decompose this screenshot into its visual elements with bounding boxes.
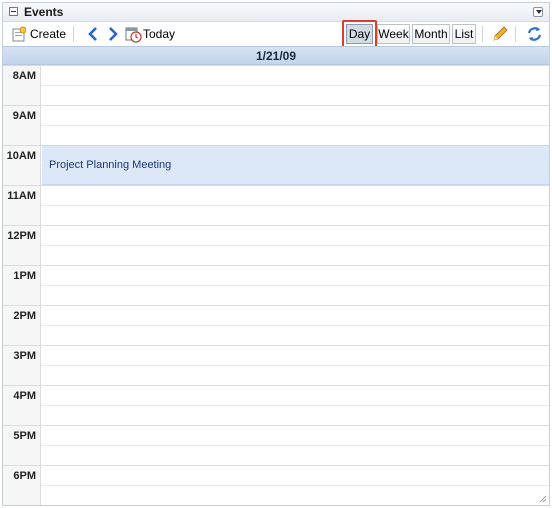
selected-view-highlight <box>342 20 377 48</box>
time-slot[interactable] <box>41 305 549 325</box>
time-slot[interactable] <box>41 85 549 105</box>
toolbar-separator <box>73 26 74 42</box>
time-slot[interactable] <box>41 105 549 125</box>
hour-label: 6PM <box>3 465 41 505</box>
event-title: Project Planning Meeting <box>49 159 172 171</box>
hour-label: 3PM <box>3 345 41 385</box>
toolbar: Create Today Day Week Month List <box>3 20 549 48</box>
hour-text: 1PM <box>13 270 36 282</box>
create-icon[interactable] <box>12 26 26 42</box>
calendar-today-icon[interactable] <box>125 26 142 43</box>
time-slot[interactable] <box>41 485 549 505</box>
time-slot[interactable] <box>41 265 549 285</box>
time-slot[interactable] <box>41 465 549 485</box>
day-grid: 8AM 9AM 10AM 11AM 12PM 1PM 2PM 3PM 4PM 5… <box>3 65 549 505</box>
toolbar-separator <box>515 26 516 42</box>
pencil-icon[interactable] <box>491 25 508 43</box>
time-slot[interactable] <box>41 405 549 425</box>
event-block[interactable]: Project Planning Meeting <box>42 145 549 185</box>
time-slot[interactable] <box>41 285 549 305</box>
hour-row: 12PM <box>3 225 549 265</box>
time-slot[interactable] <box>41 125 549 145</box>
panel-menu-icon[interactable] <box>533 7 543 17</box>
hour-row: 9AM <box>3 105 549 145</box>
hour-label: 9AM <box>3 105 41 145</box>
time-slot[interactable] <box>41 65 549 85</box>
panel-title: Events <box>24 5 64 19</box>
next-arrow-icon[interactable] <box>107 27 119 41</box>
refresh-icon[interactable] <box>526 25 543 43</box>
time-slot[interactable] <box>41 245 549 265</box>
hour-row: 4PM <box>3 385 549 425</box>
time-slot[interactable] <box>41 325 549 345</box>
hour-text: 8AM <box>12 70 36 82</box>
time-slot[interactable] <box>41 185 549 205</box>
hour-label: 11AM <box>3 185 41 225</box>
hour-label: 2PM <box>3 305 41 345</box>
time-slot[interactable] <box>41 225 549 245</box>
hour-row: 6PM <box>3 465 549 505</box>
hour-text: 10AM <box>6 150 36 162</box>
list-view-button[interactable]: List <box>452 24 476 44</box>
hour-row: 2PM <box>3 305 549 345</box>
hour-row: 8AM <box>3 65 549 105</box>
hour-label: 12PM <box>3 225 41 265</box>
resize-grip-icon[interactable] <box>537 493 547 503</box>
week-view-button[interactable]: Week <box>377 24 410 44</box>
hour-row: 11AM <box>3 185 549 225</box>
hour-text: 5PM <box>13 430 36 442</box>
prev-arrow-icon[interactable] <box>87 27 99 41</box>
hour-row: 5PM <box>3 425 549 465</box>
time-slot[interactable] <box>41 345 549 365</box>
hour-text: 12PM <box>7 230 36 242</box>
today-button[interactable]: Today <box>143 22 175 46</box>
collapse-icon[interactable] <box>9 7 18 16</box>
time-slot[interactable] <box>41 365 549 385</box>
hour-text: 3PM <box>13 350 36 362</box>
hour-text: 2PM <box>13 310 36 322</box>
time-slot[interactable] <box>41 205 549 225</box>
hour-label: 4PM <box>3 385 41 425</box>
time-slot[interactable] <box>41 385 549 405</box>
hour-label: 10AM <box>3 145 41 185</box>
time-slot[interactable] <box>41 425 549 445</box>
events-panel: Events Create Today Day Week Month List <box>2 2 550 506</box>
hour-label: 8AM <box>3 65 41 105</box>
hour-text: 6PM <box>13 470 36 482</box>
hour-text: 9AM <box>12 110 36 122</box>
hour-row: 1PM <box>3 265 549 305</box>
hour-label: 1PM <box>3 265 41 305</box>
create-button[interactable]: Create <box>30 22 66 46</box>
hour-label: 5PM <box>3 425 41 465</box>
hour-text: 4PM <box>13 390 36 402</box>
hour-row: 3PM <box>3 345 549 385</box>
time-slot[interactable] <box>41 445 549 465</box>
date-header: 1/21/09 <box>3 46 549 65</box>
month-view-button[interactable]: Month <box>412 24 450 44</box>
panel-header: Events <box>3 3 549 22</box>
toolbar-separator <box>482 26 483 42</box>
hour-text: 11AM <box>7 190 36 202</box>
